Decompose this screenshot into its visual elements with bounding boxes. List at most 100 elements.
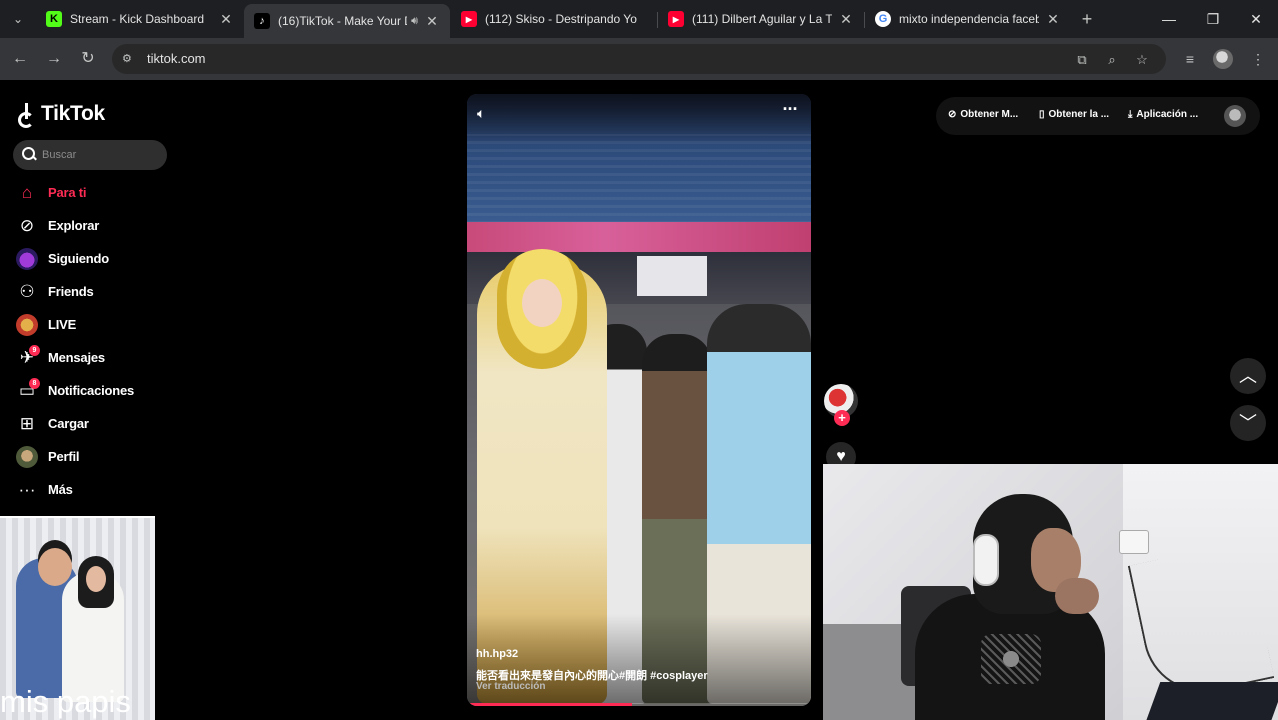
sidebar-item-mensajes[interactable]: ✈ 9 Mensajes [14,341,174,374]
desktop-app-button[interactable]: ⤓ Aplicación ... [1128,109,1198,120]
get-app-button[interactable]: ▯ Obtener la ... [1039,109,1109,120]
forward-arrow-icon[interactable]: → [43,48,65,70]
reload-icon[interactable]: ↻ [77,48,99,70]
desktop-app-label: Aplicación ... [1136,109,1199,120]
video-bottom-shade [467,614,811,706]
get-app-label: Obtener la ... [1048,109,1110,120]
more-icon: ··· [18,479,36,499]
sidebar-item-label: Perfil [48,449,80,464]
follow-plus-icon[interactable]: + [834,410,850,426]
browser-profile-avatar[interactable] [1213,49,1233,69]
notifications-icon: ▭ 8 [14,377,40,404]
sidebar-item-label: Mensajes [48,350,105,365]
sidebar-item-label: LIVE [48,317,77,332]
sidebar-item-perfil[interactable]: Perfil [14,440,174,473]
sidebar-item-explorar[interactable]: ⊘ Explorar [14,209,174,242]
user-avatar[interactable] [1224,105,1246,127]
speaker-icon[interactable]: 🔊︎ [411,15,418,28]
get-coins-button[interactable]: ⊘ Obtener M... [948,109,1018,120]
sidebar-item-notificaciones[interactable]: ▭ 8 Notificaciones [14,374,174,407]
tab-tiktok[interactable]: ♪ (16)TikTok - Make Your D 🔊︎ ✕ [244,4,450,38]
webcam-outlet [1119,530,1149,554]
zoom-icon[interactable]: ⌕ [1104,52,1120,68]
profile-avatar [14,444,40,470]
sidebar-item-label: Explorar [48,218,100,233]
video-top-shade [467,94,811,144]
tab-skiso[interactable]: ▶ (112) Skiso - Destripando Yo [451,4,657,34]
home-icon: ⌂ [21,182,33,202]
menu-kebab-icon[interactable]: ⋮ [1247,48,1269,70]
tab-kick-dashboard[interactable]: K Stream - Kick Dashboard ✕ [36,4,244,34]
google-icon: G [875,11,891,27]
tab-close-icon[interactable]: ✕ [424,13,440,30]
notifications-badge: 8 [29,377,40,389]
browser-tab-strip: ⌄ K Stream - Kick Dashboard ✕ ♪ (16)TikT… [0,0,1278,38]
tab-title: (111) Dilbert Aguilar y La Trib [692,12,832,26]
install-app-icon[interactable]: ⧉ [1074,52,1090,68]
download-icon: ⤓ [1128,109,1133,120]
video-player[interactable]: 🔈︎ ··· hh.hp32 能否看出來是發自內心的開心#開朗 #cosplay… [467,94,811,706]
video-progress-fill [467,703,633,706]
search-input[interactable] [42,145,160,165]
tab-close-icon[interactable]: ✕ [1045,11,1061,28]
sidebar-item-friends[interactable]: ⚇ Friends [14,275,174,308]
back-arrow-icon[interactable]: ← [9,48,31,70]
sidebar-item-cargar[interactable]: ⊞ Cargar [14,407,174,440]
tab-close-icon[interactable]: ✕ [218,11,234,28]
tab-search-chevron-icon[interactable]: ⌄ [8,9,28,29]
webcam-keyboard [1145,682,1278,720]
photo-person-face [86,566,106,592]
get-coins-label: Obtener M... [960,109,1019,120]
site-settings-icon[interactable]: ⚙ [122,52,136,66]
sidebar-item-label: Notificaciones [48,383,135,398]
coins-icon: ⊘ [948,109,957,120]
photo-person-head [38,548,72,586]
tiktok-note-icon [17,103,37,128]
sidebar-item-para-ti[interactable]: ⌂ Para ti [14,176,174,209]
tiktok-logo[interactable]: TikTok [17,102,105,128]
sidebar-item-siguiendo[interactable]: Siguiendo [14,242,174,275]
top-actions-bar: ⊘ Obtener M... ▯ Obtener la ... ⤓ Aplica… [936,97,1260,135]
video-cosplayer-face [522,279,562,327]
youtube-icon: ▶ [668,11,684,27]
close-window-icon[interactable]: ✕ [1245,8,1267,30]
browser-toolbar: ← → ↻ ⚙ tiktok.com ⧉ ⌕ ☆ ≡ ⋮ [0,38,1278,80]
tab-dilbert[interactable]: ▶ (111) Dilbert Aguilar y La Trib ✕ [658,4,864,34]
kick-icon: K [46,11,62,27]
chevron-up-icon[interactable]: ︿ [1230,358,1266,394]
see-translation-link[interactable]: Ver traducción [476,681,545,692]
chevron-down-icon[interactable]: ﹀ [1230,405,1266,441]
tab-title: (16)TikTok - Make Your D [278,14,408,28]
url-text[interactable]: tiktok.com [147,51,206,66]
search-box[interactable] [13,140,167,170]
video-author[interactable]: hh.hp32 [476,648,518,660]
messages-badge: 9 [29,344,40,356]
sidebar-item-label: Siguiendo [48,251,110,266]
upload-icon: ⊞ [19,413,35,433]
video-progress-bar[interactable] [467,703,811,706]
sidebar-item-label: Friends [48,284,94,299]
minimize-icon[interactable]: — [1158,8,1180,30]
sidebar-item-label: Cargar [48,416,89,431]
media-controls-icon[interactable]: ≡ [1179,48,1201,70]
tab-close-icon[interactable]: ✕ [838,11,854,28]
webcam-person-hand [1055,578,1099,614]
video-booth [637,256,707,296]
tab-title: Stream - Kick Dashboard [70,12,205,26]
more-options-icon[interactable]: ··· [779,100,801,121]
sidebar-item-label: Para ti [48,185,87,200]
sidebar-item-mas[interactable]: ··· Más [14,473,174,506]
sidebar-nav: ⌂ Para ti ⊘ Explorar Siguiendo ⚇ Friends… [14,176,174,506]
address-bar[interactable]: ⚙ tiktok.com ⧉ ⌕ ☆ [112,44,1166,74]
logo-text: TikTok [41,102,105,125]
new-tab-button[interactable]: + [1076,8,1098,30]
overlay-caption: mis papis [0,684,131,719]
bookmark-star-icon[interactable]: ☆ [1134,52,1150,68]
tab-title: (112) Skiso - Destripando Yo [485,12,637,26]
friends-icon: ⚇ [19,281,35,301]
tab-google-search[interactable]: G mixto independencia facebo ✕ [865,4,1071,34]
restore-icon[interactable]: ❐ [1202,8,1224,30]
volume-icon[interactable]: 🔈︎ [477,103,497,123]
sidebar-item-live[interactable]: LIVE [14,308,174,341]
live-avatar [14,312,40,338]
